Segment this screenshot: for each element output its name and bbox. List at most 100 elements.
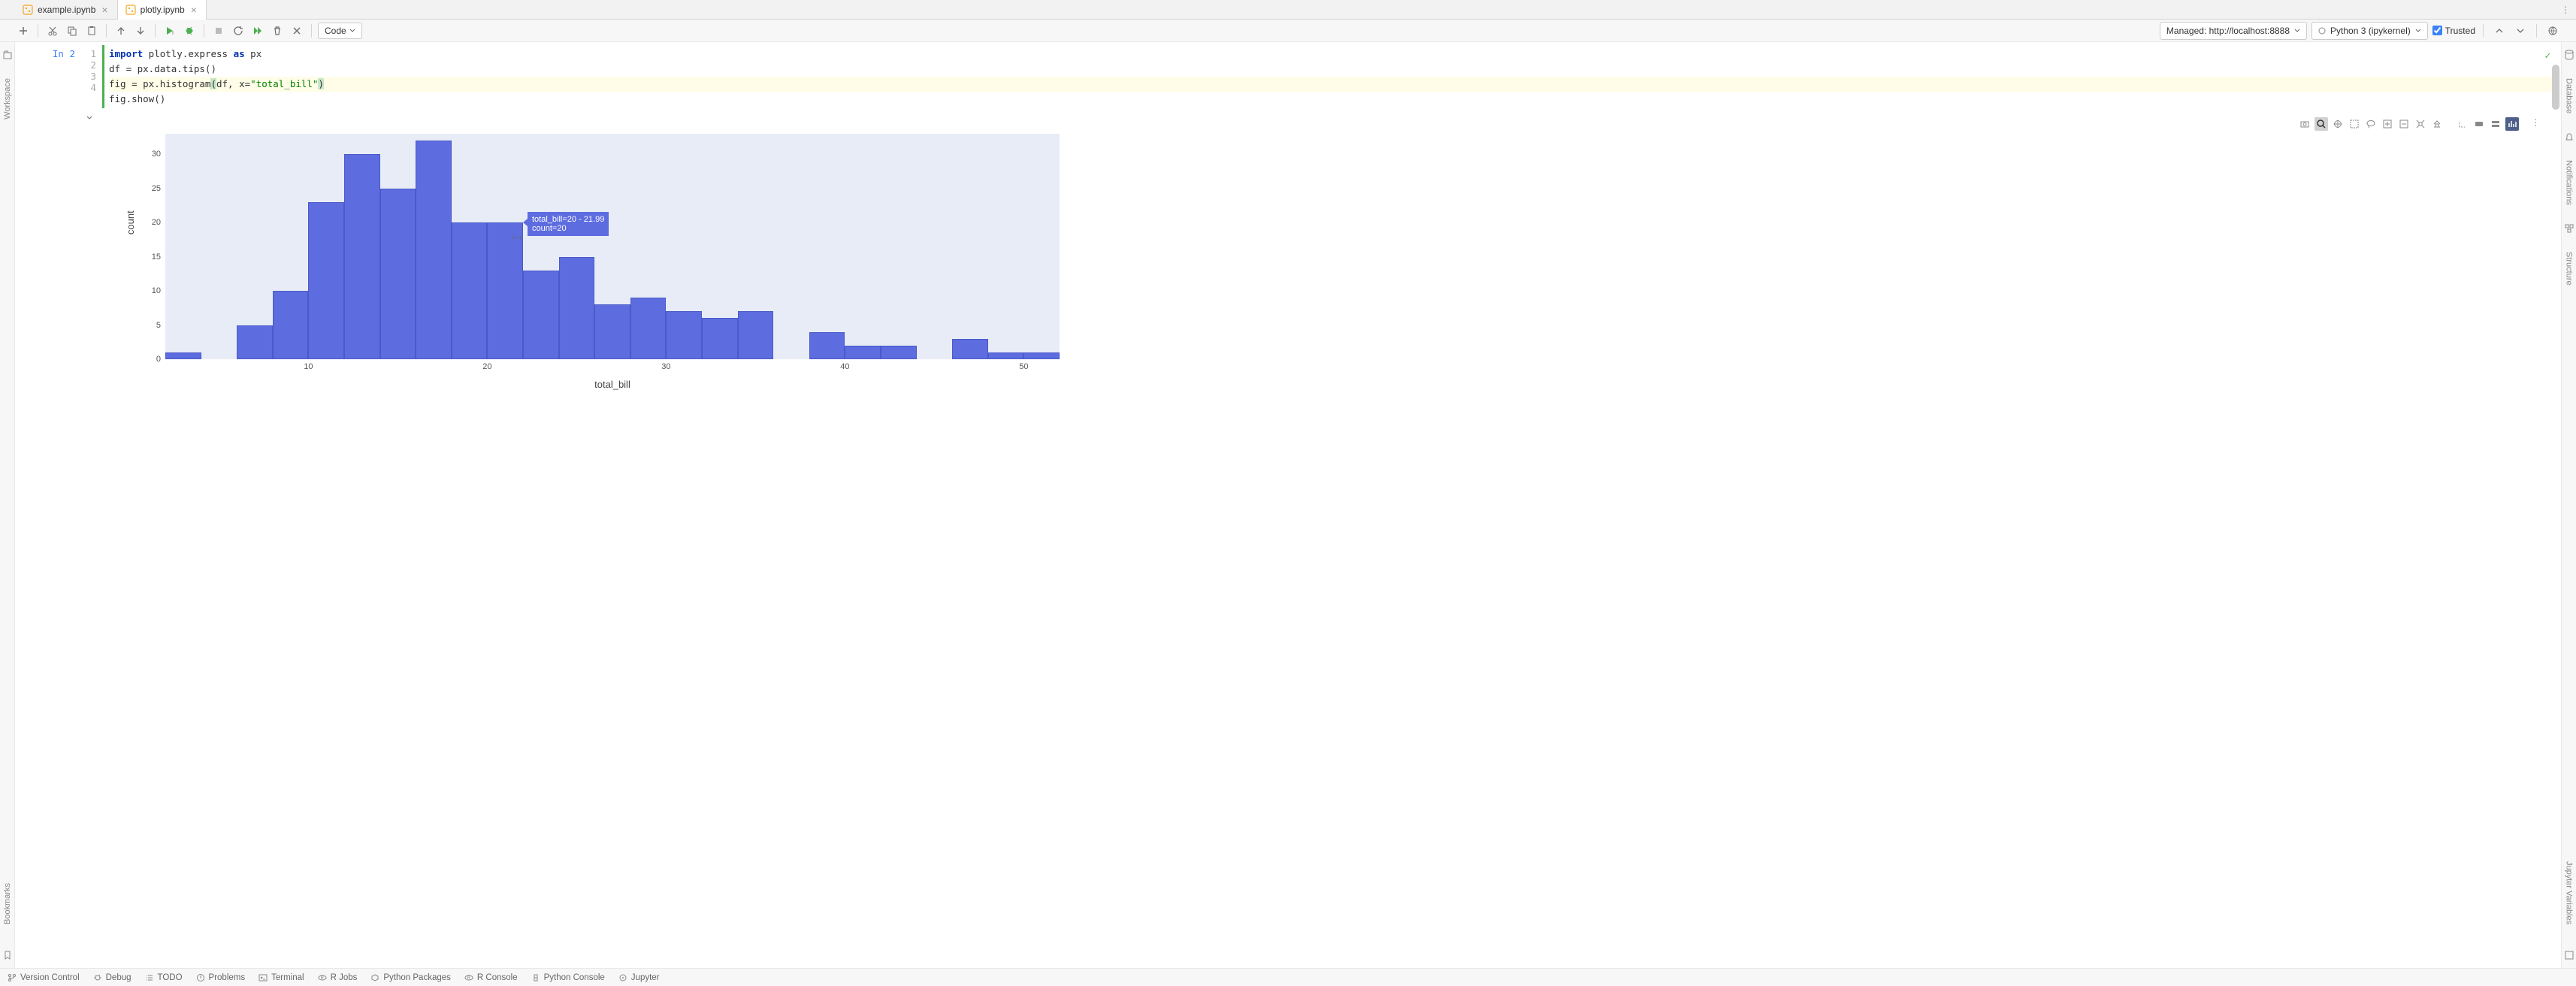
- bar[interactable]: [630, 298, 667, 359]
- bar[interactable]: [308, 202, 344, 359]
- zoom-out-icon[interactable]: [2397, 117, 2411, 131]
- jupyter-button[interactable]: Jupyter: [618, 973, 660, 982]
- box-select-icon[interactable]: [2348, 117, 2361, 131]
- cell-type-select[interactable]: Code: [318, 23, 362, 39]
- warning-icon: [196, 973, 205, 982]
- python-packages-button[interactable]: Python Packages: [370, 973, 451, 982]
- plotly-logo-icon[interactable]: [2505, 117, 2519, 131]
- bar[interactable]: [809, 332, 845, 359]
- clear-output-button[interactable]: [289, 23, 305, 39]
- bar[interactable]: [487, 222, 523, 359]
- restart-button[interactable]: [230, 23, 246, 39]
- notifications-label[interactable]: Notifications: [2565, 160, 2574, 205]
- svg-text:I: I: [172, 31, 174, 36]
- tab-plotly[interactable]: plotly.ipynb ×: [118, 0, 207, 20]
- bar[interactable]: [952, 339, 988, 359]
- bar[interactable]: [666, 311, 702, 359]
- hover-compare-icon[interactable]: [2489, 117, 2502, 131]
- camera-icon[interactable]: [2298, 117, 2311, 131]
- todo-button[interactable]: TODO: [145, 973, 183, 982]
- close-icon[interactable]: ×: [100, 4, 109, 16]
- move-down-button[interactable]: [132, 23, 149, 39]
- branch-icon: [8, 973, 17, 982]
- problems-button[interactable]: Problems: [196, 973, 246, 982]
- kernel-select[interactable]: Python 3 (ipykernel): [2311, 22, 2428, 40]
- add-cell-button[interactable]: [15, 23, 32, 39]
- autoscale-icon[interactable]: [2414, 117, 2427, 131]
- label: Python Console: [544, 973, 605, 982]
- bar[interactable]: [237, 325, 273, 359]
- bar[interactable]: [881, 346, 917, 359]
- jupyter-vars-label[interactable]: Jupyter Variables: [2565, 861, 2574, 924]
- tab-example[interactable]: example.ipynb ×: [15, 0, 118, 20]
- delete-button[interactable]: [269, 23, 286, 39]
- code-cell[interactable]: In 2 1 2 3 4 ✓ import plotly.express as …: [15, 45, 2555, 108]
- run-all-button[interactable]: [249, 23, 266, 39]
- notebook-area[interactable]: In 2 1 2 3 4 ✓ import plotly.express as …: [15, 42, 2561, 968]
- bar[interactable]: [165, 352, 201, 359]
- jupyter-icon: [618, 973, 627, 982]
- database-icon[interactable]: [2564, 50, 2574, 60]
- run-cell-button[interactable]: I: [162, 23, 178, 39]
- bar[interactable]: [738, 311, 774, 359]
- bar[interactable]: [380, 189, 416, 359]
- workspace-icon[interactable]: [2, 50, 13, 60]
- scrollbar[interactable]: [2552, 65, 2559, 110]
- bookmarks-label[interactable]: Bookmarks: [3, 883, 12, 924]
- kernel-status-icon: [2318, 27, 2326, 35]
- terminal-button[interactable]: Terminal: [259, 973, 304, 982]
- hover-closest-icon[interactable]: [2472, 117, 2486, 131]
- rjobs-button[interactable]: RR Jobs: [318, 973, 358, 982]
- more-icon[interactable]: ⋮: [2561, 5, 2570, 15]
- reset-axes-icon[interactable]: [2430, 117, 2444, 131]
- bar[interactable]: [559, 257, 595, 359]
- bar[interactable]: [1023, 352, 1060, 359]
- lasso-select-icon[interactable]: [2364, 117, 2378, 131]
- text-cursor-icon: ⌶: [511, 234, 524, 240]
- python-console-button[interactable]: Python Console: [531, 973, 605, 982]
- bar[interactable]: [344, 154, 380, 359]
- copy-button[interactable]: [64, 23, 80, 39]
- move-up-button[interactable]: [113, 23, 129, 39]
- structure-icon[interactable]: [2564, 223, 2574, 234]
- open-browser-button[interactable]: [2544, 23, 2561, 39]
- bar[interactable]: [594, 304, 630, 359]
- trusted-input[interactable]: [2432, 26, 2442, 35]
- version-control-button[interactable]: Version Control: [8, 973, 80, 982]
- next-cell-button[interactable]: [2512, 23, 2529, 39]
- trusted-checkbox[interactable]: Trusted: [2432, 26, 2475, 36]
- bar[interactable]: [702, 318, 738, 359]
- pan-icon[interactable]: [2331, 117, 2345, 131]
- debug-button[interactable]: [181, 23, 198, 39]
- zoom-in-icon[interactable]: [2381, 117, 2394, 131]
- bar[interactable]: [416, 141, 452, 359]
- bar[interactable]: [523, 271, 559, 359]
- notifications-icon[interactable]: [2564, 132, 2574, 142]
- r-console-button[interactable]: RR Console: [464, 973, 518, 982]
- code-editor[interactable]: ✓ import plotly.express as px df = px.da…: [102, 45, 2555, 108]
- more-icon[interactable]: ⋮: [2531, 117, 2540, 131]
- separator: [106, 24, 107, 38]
- structure-label[interactable]: Structure: [2565, 252, 2574, 286]
- server-select[interactable]: Managed: http://localhost:8888: [2160, 22, 2307, 40]
- list-icon: [145, 973, 154, 982]
- bar[interactable]: [273, 291, 309, 359]
- histogram-chart[interactable]: 051015202530 count 1020304050 total_bill…: [120, 134, 1060, 404]
- bookmarks-icon[interactable]: [2, 950, 13, 960]
- bar[interactable]: [845, 346, 881, 359]
- close-icon[interactable]: ×: [189, 4, 198, 16]
- debug-tool-button[interactable]: Debug: [93, 973, 132, 982]
- collapse-output-icon[interactable]: [86, 114, 93, 122]
- spike-lines-icon[interactable]: [2456, 117, 2469, 131]
- bar[interactable]: [988, 352, 1024, 359]
- database-label[interactable]: Database: [2565, 78, 2574, 113]
- workspace-label[interactable]: Workspace: [3, 78, 12, 119]
- zoom-icon[interactable]: [2314, 117, 2328, 131]
- prev-cell-button[interactable]: [2491, 23, 2508, 39]
- jupyter-vars-icon[interactable]: [2564, 950, 2574, 960]
- cut-button[interactable]: [44, 23, 61, 39]
- label: Jupyter: [631, 973, 660, 982]
- paste-button[interactable]: [83, 23, 100, 39]
- bar[interactable]: [452, 222, 488, 359]
- stop-button[interactable]: [210, 23, 227, 39]
